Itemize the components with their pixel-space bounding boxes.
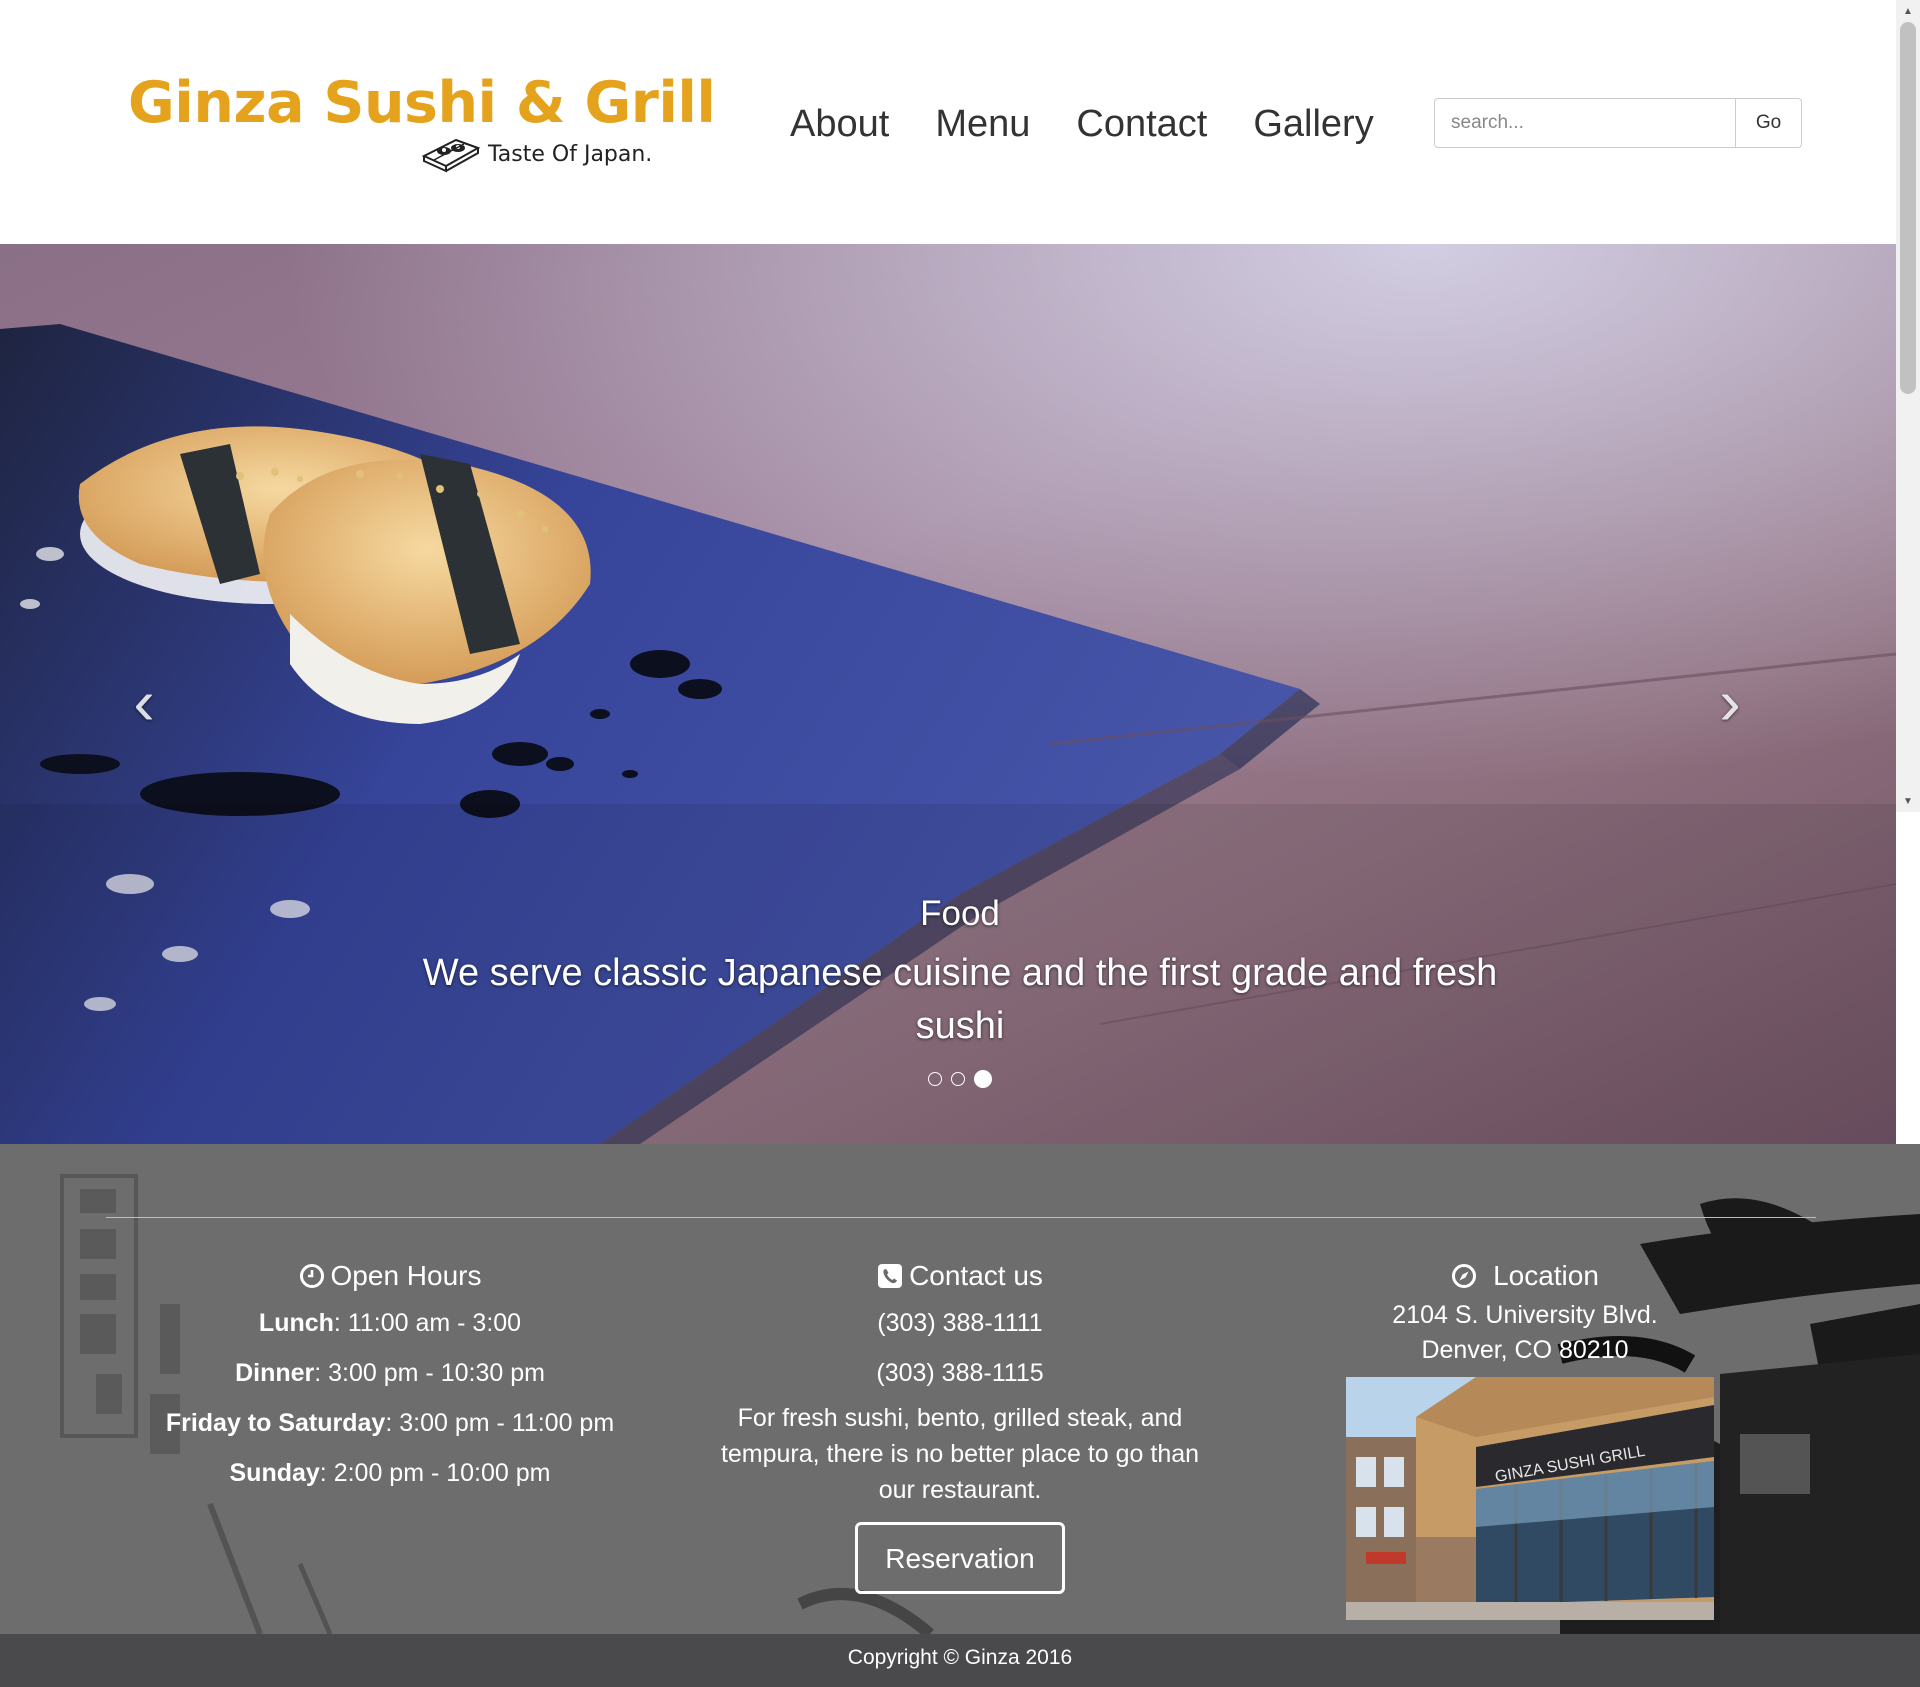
open-hours-column: Open Hours Lunch: 11:00 am - 3:00 Dinner… bbox=[100, 1254, 680, 1498]
open-hours-heading: Open Hours bbox=[100, 1254, 680, 1298]
hours-row-friday-saturday: Friday to Saturday: 3:00 pm - 11:00 pm bbox=[100, 1398, 680, 1448]
chevron-left-icon[interactable]: ‹ bbox=[114, 666, 174, 738]
chevron-right-icon[interactable]: › bbox=[1700, 666, 1760, 738]
hours-row-dinner: Dinner: 3:00 pm - 10:30 pm bbox=[100, 1348, 680, 1398]
hours-label: Friday to Saturday bbox=[165, 1409, 386, 1437]
slide-title: Food bbox=[920, 894, 1000, 933]
sushi-tray-icon bbox=[421, 138, 481, 173]
vertical-scrollbar[interactable]: ▲ ▼ bbox=[1896, 0, 1920, 812]
logo-tagline: Taste Of Japan. bbox=[488, 141, 653, 167]
hours-value: : 11:00 am - 3:00 bbox=[333, 1309, 522, 1337]
main-nav: About Menu Contact Gallery bbox=[790, 96, 1420, 152]
restaurant-building-photo[interactable]: GINZA SUSHI GRILL bbox=[1346, 1377, 1714, 1620]
contact-description: For fresh sushi, bento, grilled steak, a… bbox=[720, 1404, 1200, 1504]
hours-row-sunday: Sunday: 2:00 pm - 10:00 pm bbox=[100, 1448, 680, 1498]
hours-value: : 3:00 pm - 10:30 pm bbox=[314, 1359, 545, 1387]
compass-icon bbox=[1452, 1264, 1477, 1288]
nav-about[interactable]: About bbox=[790, 96, 889, 152]
search-go-button[interactable]: Go bbox=[1736, 98, 1802, 148]
hours-value: : 2:00 pm - 10:00 pm bbox=[319, 1459, 551, 1487]
phone-number-1[interactable]: (303) 388-1111 bbox=[700, 1298, 1220, 1348]
carousel-indicator-3[interactable] bbox=[974, 1070, 992, 1088]
location-title: Location bbox=[1493, 1260, 1599, 1291]
logo-title: Ginza Sushi & Grill bbox=[128, 70, 716, 136]
scroll-down-icon[interactable]: ▼ bbox=[1896, 790, 1920, 812]
open-hours-title: Open Hours bbox=[330, 1260, 482, 1291]
reservation-button[interactable]: Reservation bbox=[855, 1522, 1065, 1594]
address-line-2: Denver, CO 80210 bbox=[1421, 1336, 1629, 1364]
clock-icon bbox=[299, 1264, 324, 1288]
hours-label: Dinner bbox=[235, 1359, 315, 1387]
contact-heading: Contact us bbox=[700, 1254, 1220, 1298]
site-logo[interactable]: Ginza Sushi & Grill Taste Of Japan. bbox=[128, 68, 716, 178]
site-footer: Copyright © Ginza 2016 bbox=[0, 1634, 1920, 1687]
hours-value: : 3:00 pm - 11:00 pm bbox=[385, 1409, 615, 1437]
phone-number-2[interactable]: (303) 388-1115 bbox=[700, 1348, 1220, 1398]
logo-tagline-row: Taste Of Japan. bbox=[420, 134, 652, 174]
scroll-thumb[interactable] bbox=[1900, 22, 1916, 394]
carousel-indicator-2[interactable] bbox=[951, 1072, 965, 1086]
hours-row-lunch: Lunch: 11:00 am - 3:00 bbox=[100, 1298, 680, 1348]
contact-title: Contact us bbox=[909, 1260, 1043, 1291]
nav-contact[interactable]: Contact bbox=[1076, 96, 1207, 152]
address-line-1: 2104 S. University Blvd. bbox=[1392, 1301, 1658, 1329]
search-form: Go bbox=[1434, 98, 1802, 148]
hours-label: Sunday bbox=[229, 1459, 320, 1487]
site-header: Ginza Sushi & Grill Taste Of Japan. Abou… bbox=[0, 0, 1896, 244]
location-column: Location 2104 S. University Blvd. Denver… bbox=[1225, 1254, 1825, 1368]
copyright-text: Copyright © Ginza 2016 bbox=[847, 1646, 1073, 1669]
hero-carousel: ‹ › Food We serve classic Japanese cuisi… bbox=[0, 244, 1896, 1144]
contact-column: Contact us (303) 388-1111 (303) 388-1115… bbox=[700, 1254, 1220, 1594]
hours-label: Lunch bbox=[258, 1309, 334, 1337]
location-heading: Location bbox=[1225, 1254, 1825, 1298]
nav-gallery[interactable]: Gallery bbox=[1253, 96, 1373, 152]
phone-icon bbox=[878, 1264, 903, 1288]
nav-menu[interactable]: Menu bbox=[935, 96, 1030, 152]
section-divider bbox=[106, 1217, 1816, 1218]
slide-text: We serve classic Japanese cuisine and th… bbox=[422, 952, 1498, 1047]
info-section: Open Hours Lunch: 11:00 am - 3:00 Dinner… bbox=[0, 1144, 1920, 1634]
search-input[interactable] bbox=[1434, 98, 1736, 148]
carousel-indicator-1[interactable] bbox=[928, 1072, 942, 1086]
scroll-up-icon[interactable]: ▲ bbox=[1896, 0, 1920, 22]
carousel-indicators bbox=[928, 1070, 1001, 1088]
